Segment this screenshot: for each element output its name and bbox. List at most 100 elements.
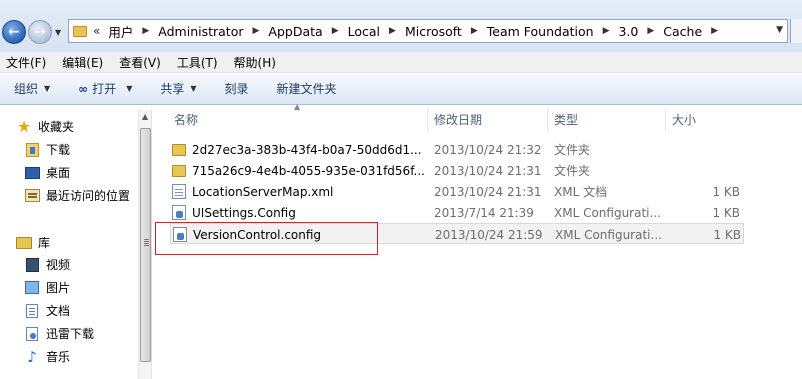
downloads-folder-icon: [25, 142, 39, 157]
file-type: 文件夹: [554, 164, 591, 178]
music-note-icon: ♪: [27, 347, 37, 366]
file-row[interactable]: 2d27ec3a-383b-43f4-b0a7-50dd6d1... 2013/…: [170, 139, 744, 160]
nav-libraries[interactable]: 库: [16, 234, 50, 251]
recent-places-icon: [24, 189, 40, 202]
nav-label: 迅雷下载: [46, 327, 95, 341]
menu-edit[interactable]: 编辑(E): [56, 54, 109, 71]
menu-view[interactable]: 查看(V): [113, 54, 167, 71]
new-folder-button[interactable]: 新建文件夹: [277, 73, 337, 104]
xml-file-icon: [172, 184, 186, 199]
chevron-right-icon[interactable]: ▶: [253, 26, 260, 36]
chevron-right-icon[interactable]: ▶: [647, 26, 654, 36]
chevron-right-icon[interactable]: ▶: [142, 26, 149, 36]
organize-button[interactable]: 组织 ▼: [14, 73, 50, 104]
address-row: ← → ▼ « 用户 ▶ Administrator ▶ AppData ▶ Loca…: [0, 0, 802, 52]
nav-label: 图片: [46, 281, 71, 295]
chevron-down-icon: ▼: [44, 84, 51, 93]
open-with-icon: ∞: [78, 81, 89, 96]
nav-label: 收藏夹: [38, 120, 75, 134]
share-button[interactable]: 共享 ▼: [160, 73, 196, 104]
file-date: 2013/10/24 21:32: [434, 142, 542, 157]
column-header-type[interactable]: 类型: [548, 108, 666, 131]
chevron-right-icon[interactable]: ▶: [332, 26, 339, 36]
menu-file[interactable]: 文件(F): [0, 54, 52, 71]
file-size: 1 KB: [712, 205, 740, 220]
nav-favorites[interactable]: ★ 收藏夹: [16, 118, 74, 135]
file-size: [670, 139, 740, 160]
chevron-right-icon[interactable]: ▶: [603, 26, 610, 36]
file-row[interactable]: UISettings.Config 2013/7/14 21:39 XML Co…: [170, 202, 744, 223]
nav-documents[interactable]: 文档: [24, 302, 70, 319]
file-name: UISettings.Config: [192, 205, 296, 220]
breadcrumb-overflow[interactable]: «: [93, 24, 100, 38]
chevron-down-icon: ▼: [126, 84, 133, 93]
file-size: 1 KB: [712, 184, 740, 199]
navigation-scrollbar[interactable]: ▲: [138, 110, 152, 379]
nav-recent-places[interactable]: 最近访问的位置: [24, 187, 130, 204]
nav-music[interactable]: ♪ 音乐: [24, 348, 70, 365]
nav-videos[interactable]: 视频: [24, 256, 70, 273]
breadcrumb-item[interactable]: Local: [348, 24, 380, 39]
libraries-icon: [16, 236, 32, 249]
burn-button[interactable]: 刻录: [225, 73, 249, 104]
breadcrumb-item[interactable]: AppData: [268, 24, 322, 39]
nav-downloads[interactable]: 下载: [24, 141, 70, 158]
address-dropdown-icon[interactable]: ▼: [776, 25, 783, 35]
nav-thunder-downloads[interactable]: 迅雷下载: [24, 325, 94, 342]
share-label: 共享: [160, 82, 185, 96]
file-date: 2013/10/24 21:59: [435, 227, 543, 242]
column-header-size[interactable]: 大小: [666, 108, 746, 131]
nav-label: 文档: [46, 304, 71, 318]
menu-help[interactable]: 帮助(H): [228, 54, 282, 71]
file-name: 715a26c9-4e4b-4055-935e-031fd56f...: [192, 163, 425, 178]
file-size: 1 KB: [713, 227, 741, 242]
address-bar[interactable]: « 用户 ▶ Administrator ▶ AppData ▶ Local ▶ Mic…: [68, 19, 788, 43]
breadcrumb-item[interactable]: Administrator: [158, 24, 243, 39]
file-name: 2d27ec3a-383b-43f4-b0a7-50dd6d1...: [192, 142, 422, 157]
back-button[interactable]: ←: [2, 20, 26, 44]
file-row[interactable]: 715a26c9-4e4b-4055-935e-031fd56f... 2013…: [170, 160, 744, 181]
chevron-right-icon[interactable]: ▶: [389, 26, 396, 36]
new-folder-label: 新建文件夹: [276, 82, 337, 96]
breadcrumb-item[interactable]: 3.0: [618, 24, 638, 39]
file-date: 2013/10/24 21:31: [434, 163, 542, 178]
navigation-pane: ★ 收藏夹 下载 桌面 最近访问的位置 库 视频 图片 文档 迅雷下载 ♪ 音乐: [0, 105, 138, 379]
config-file-icon: [172, 205, 186, 220]
nav-label: 音乐: [46, 350, 71, 364]
folder-icon: [73, 25, 87, 37]
chevron-right-icon[interactable]: ▶: [711, 26, 718, 36]
videos-icon: [25, 257, 39, 272]
file-name: LocationServerMap.xml: [192, 184, 334, 199]
file-row[interactable]: LocationServerMap.xml 2013/10/24 21:31 X…: [170, 181, 744, 202]
breadcrumb: 用户 ▶ Administrator ▶ AppData ▶ Local ▶ Micro…: [108, 22, 727, 41]
refresh-button[interactable]: [790, 19, 802, 43]
recent-pages-dropdown-icon[interactable]: ▼: [55, 28, 61, 37]
breadcrumb-item[interactable]: 用户: [108, 22, 133, 41]
column-header-date[interactable]: 修改日期: [428, 108, 548, 131]
breadcrumb-item[interactable]: Team Foundation: [487, 24, 594, 39]
file-type: XML Configurati...: [555, 227, 662, 242]
documents-icon: [26, 303, 38, 318]
forward-arrow-icon: →: [34, 24, 46, 40]
breadcrumb-item[interactable]: Microsoft: [405, 24, 462, 39]
chevron-right-icon[interactable]: ▶: [471, 26, 478, 36]
breadcrumb-item[interactable]: Cache: [663, 24, 702, 39]
nav-desktop[interactable]: 桌面: [24, 164, 70, 181]
nav-pictures[interactable]: 图片: [24, 279, 70, 296]
menu-tools[interactable]: 工具(T): [171, 54, 224, 71]
scroll-up-icon[interactable]: ▲: [142, 112, 148, 121]
nav-label: 桌面: [46, 166, 71, 180]
scrollbar-thumb[interactable]: [140, 128, 151, 362]
file-type: XML Configurati...: [554, 205, 661, 220]
file-type: 文件夹: [554, 143, 591, 157]
nav-label: 视频: [46, 258, 71, 272]
forward-button[interactable]: →: [28, 20, 52, 44]
nav-label: 库: [38, 236, 51, 250]
open-button[interactable]: ∞ 打开 ▼: [78, 73, 132, 104]
burn-label: 刻录: [224, 82, 249, 96]
desktop-icon: [24, 166, 40, 179]
column-header-name[interactable]: 名称: [168, 108, 428, 131]
menu-bar: 文件(F) 编辑(E) 查看(V) 工具(T) 帮助(H): [0, 52, 802, 73]
file-date: 2013/7/14 21:39: [434, 205, 534, 220]
open-label: 打开: [92, 82, 117, 96]
